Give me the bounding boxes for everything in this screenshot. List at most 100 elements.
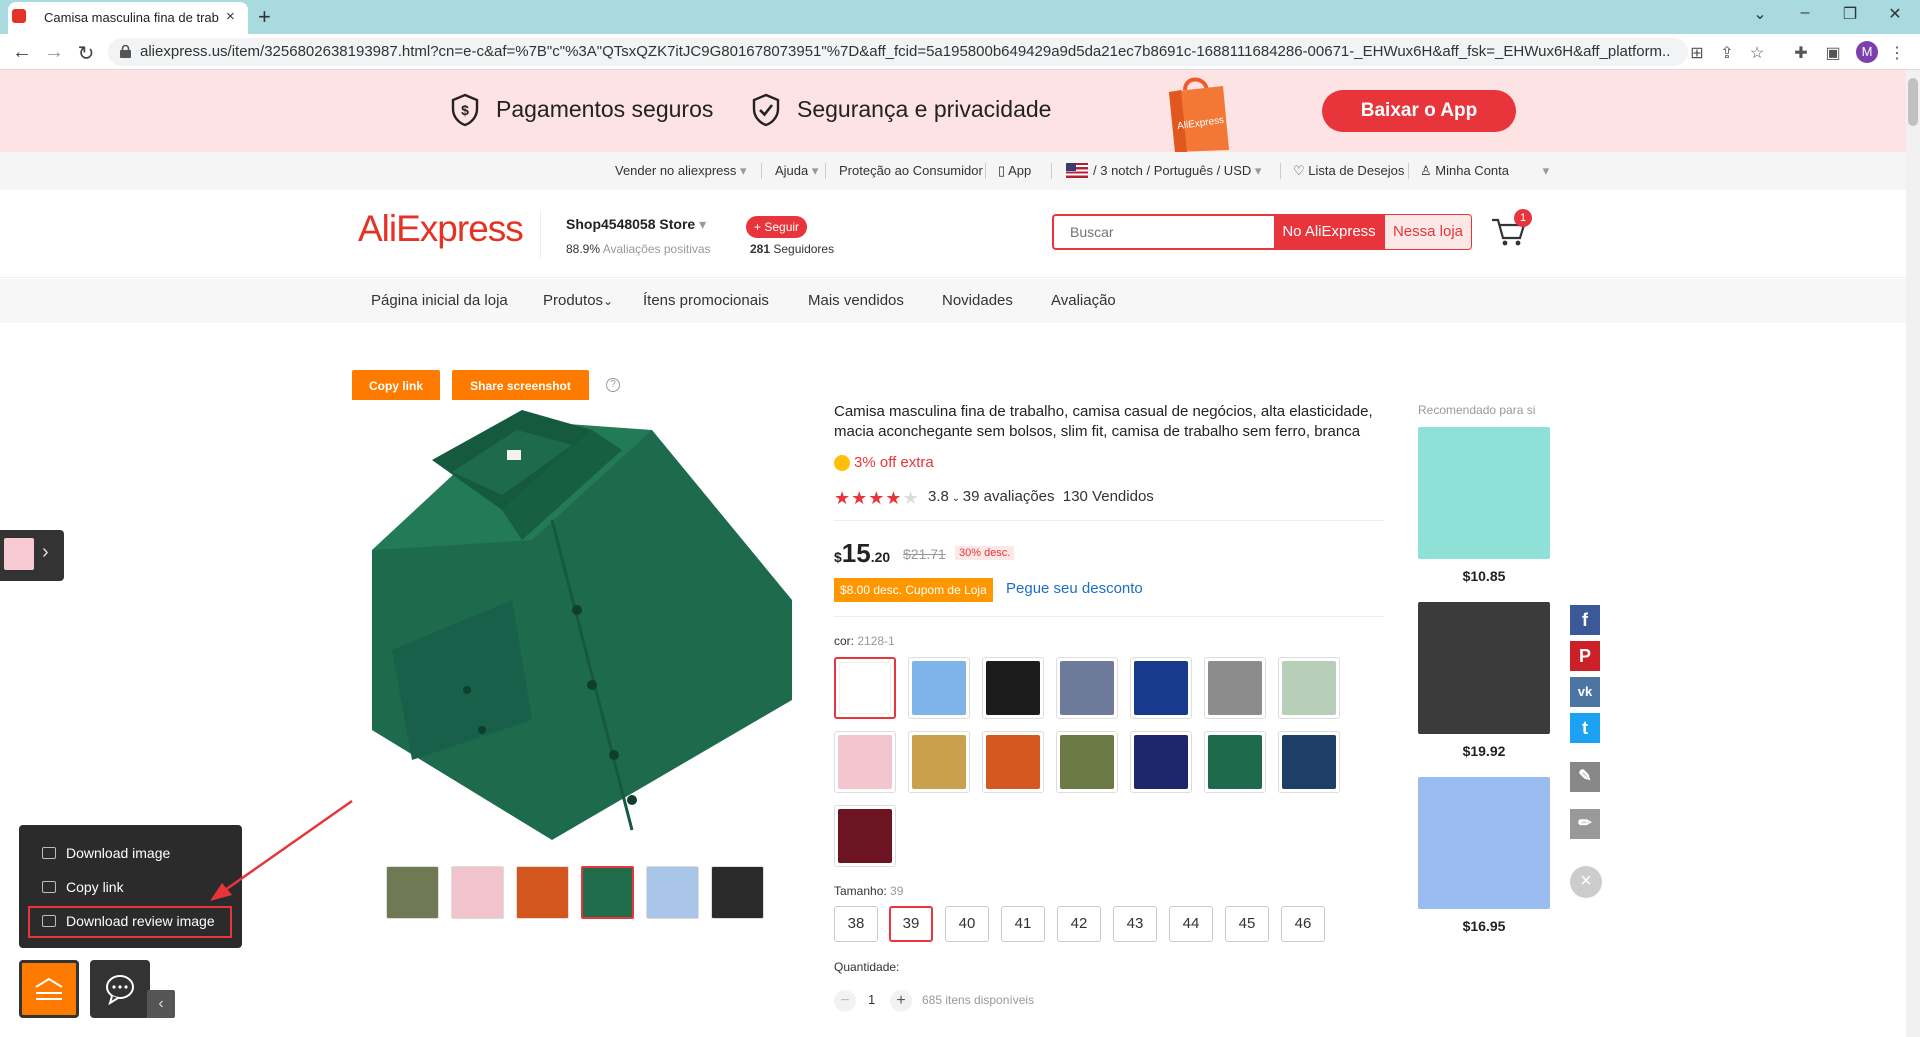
lock-icon[interactable] <box>120 45 131 58</box>
close-window-button[interactable]: ✕ <box>1880 4 1910 24</box>
color-swatch[interactable] <box>834 731 896 793</box>
download-review-image-menu-item[interactable]: Download review image <box>42 913 215 929</box>
chat-button[interactable] <box>90 960 150 1018</box>
product-thumbnail[interactable] <box>386 866 439 919</box>
edit-icon[interactable]: ✎ <box>1570 762 1600 792</box>
color-swatch[interactable] <box>1056 731 1118 793</box>
vk-share-icon[interactable]: vk <box>1570 677 1600 707</box>
help-icon[interactable]: ? <box>606 378 620 392</box>
chevron-down-icon: ▾ <box>740 163 747 178</box>
size-option-43[interactable]: 43 <box>1113 906 1157 942</box>
reviews-tab[interactable]: Avaliação <box>1051 292 1116 309</box>
follow-button[interactable]: + Seguir <box>746 216 808 238</box>
divider <box>985 163 986 179</box>
scrollbar-thumb[interactable] <box>1908 78 1918 126</box>
menu-toggle-button[interactable] <box>19 960 79 1018</box>
browser-tab[interactable]: Camisa masculina fina de trab <box>8 2 248 34</box>
recommended-product-image[interactable] <box>1418 777 1550 909</box>
pencil-icon[interactable]: ✏ <box>1570 809 1600 839</box>
aliexpress-logo[interactable]: AliExpress <box>358 208 524 250</box>
size-option-44[interactable]: 44 <box>1169 906 1213 942</box>
color-swatch[interactable] <box>1204 731 1266 793</box>
url-text[interactable]: aliexpress.us/item/3256802638193987.html… <box>140 43 1670 60</box>
close-share-icon[interactable]: × <box>1570 866 1602 898</box>
color-swatch[interactable] <box>1056 657 1118 719</box>
quantity-value[interactable]: 1 <box>868 992 875 1007</box>
maximize-button[interactable]: ❐ <box>1835 4 1865 24</box>
size-option-41[interactable]: 41 <box>1001 906 1045 942</box>
rating-summary[interactable]: 3.8 ⌄ 39 avaliações 130 Vendidos <box>928 488 1154 505</box>
size-option-38[interactable]: 38 <box>834 906 878 942</box>
locale-selector[interactable]: / 3 notch / Português / USD ▾ <box>1093 163 1261 179</box>
products-tab[interactable]: Produtos⌄ <box>543 292 613 309</box>
size-option-39-selected[interactable]: 39 <box>889 906 933 942</box>
consumer-protection-link[interactable]: Proteção ao Consumidor <box>839 163 983 178</box>
promotions-tab[interactable]: Ítens promocionais <box>643 292 769 309</box>
product-thumbnail[interactable] <box>516 866 569 919</box>
sell-link[interactable]: Vender no aliexpress ▾ <box>615 163 747 179</box>
page-scrollbar[interactable] <box>1906 70 1920 1037</box>
color-swatch[interactable] <box>1130 731 1192 793</box>
app-link[interactable]: ▯ App <box>998 163 1031 179</box>
collapse-button[interactable]: ‹ <box>147 990 175 1018</box>
download-image-menu-item[interactable]: Download image <box>42 845 170 861</box>
size-option-46[interactable]: 46 <box>1281 906 1325 942</box>
copy-link-button[interactable]: Copy link <box>352 370 440 402</box>
account-link[interactable]: ♙ Minha Conta ▾ <box>1420 163 1549 179</box>
color-swatch[interactable] <box>1130 657 1192 719</box>
extensions-puzzle-icon[interactable]: ✚ <box>1790 43 1812 63</box>
store-home-tab[interactable]: Página inicial da loja <box>371 292 508 309</box>
recommended-product-image[interactable] <box>1418 602 1550 734</box>
divider <box>834 616 1384 617</box>
product-thumbnail[interactable] <box>646 866 699 919</box>
pinterest-share-icon[interactable]: P <box>1570 641 1600 671</box>
color-swatch[interactable] <box>1278 657 1340 719</box>
new-arrivals-tab[interactable]: Novidades <box>942 292 1013 309</box>
bookmark-star-icon[interactable]: ☆ <box>1746 43 1768 63</box>
product-thumbnail[interactable] <box>451 866 504 919</box>
tab-close-button[interactable]: × <box>226 8 235 25</box>
search-aliexpress-button[interactable]: No AliExpress <box>1274 214 1384 250</box>
color-swatch[interactable] <box>982 657 1044 719</box>
color-swatch-selected[interactable] <box>834 657 896 719</box>
wishlist-link[interactable]: ♡ Lista de Desejos <box>1293 163 1404 179</box>
reload-button[interactable]: ↻ <box>74 41 98 66</box>
size-option-42[interactable]: 42 <box>1057 906 1101 942</box>
color-swatch[interactable] <box>1204 657 1266 719</box>
facebook-share-icon[interactable]: f <box>1570 605 1600 635</box>
quantity-increase-button[interactable]: + <box>890 990 912 1012</box>
search-store-button[interactable]: Nessa loja <box>1384 214 1472 250</box>
copy-link-menu-item[interactable]: Copy link <box>42 879 124 895</box>
share-icon[interactable]: ⇪ <box>1716 43 1738 63</box>
share-screenshot-button[interactable]: Share screenshot <box>452 370 589 402</box>
translate-icon[interactable]: ⊞ <box>1686 43 1708 63</box>
quantity-decrease-button[interactable]: − <box>834 990 856 1012</box>
minimize-button[interactable]: – <box>1790 4 1820 22</box>
new-tab-button[interactable]: + <box>258 4 271 30</box>
chevron-right-icon[interactable]: › <box>42 541 49 564</box>
size-option-40[interactable]: 40 <box>945 906 989 942</box>
best-sellers-tab[interactable]: Mais vendidos <box>808 292 904 309</box>
sidepanel-icon[interactable]: ▣ <box>1822 43 1844 63</box>
forward-button[interactable]: → <box>42 41 66 64</box>
browser-menu-icon[interactable]: ⋮ <box>1886 43 1908 63</box>
profile-avatar[interactable]: M <box>1856 41 1878 63</box>
get-coupon-link[interactable]: Pegue seu desconto <box>1006 580 1143 597</box>
size-option-45[interactable]: 45 <box>1225 906 1269 942</box>
twitter-share-icon[interactable]: t <box>1570 713 1600 743</box>
back-button[interactable]: ← <box>10 41 34 64</box>
recommended-product-image[interactable] <box>1418 427 1550 559</box>
color-swatch[interactable] <box>908 657 970 719</box>
color-swatch[interactable] <box>834 805 896 867</box>
color-swatch[interactable] <box>1278 731 1340 793</box>
color-swatch[interactable] <box>908 731 970 793</box>
store-name[interactable]: Shop4548058 Store ▾ <box>566 216 706 233</box>
product-main-image[interactable] <box>352 400 802 850</box>
download-app-button[interactable]: Baixar o App <box>1322 90 1516 132</box>
search-input[interactable] <box>1052 214 1274 250</box>
tab-search-button[interactable]: ⌄ <box>1745 4 1775 24</box>
product-thumbnail-selected[interactable] <box>581 866 634 919</box>
product-thumbnail[interactable] <box>711 866 764 919</box>
help-link[interactable]: Ajuda ▾ <box>775 163 818 179</box>
color-swatch[interactable] <box>982 731 1044 793</box>
